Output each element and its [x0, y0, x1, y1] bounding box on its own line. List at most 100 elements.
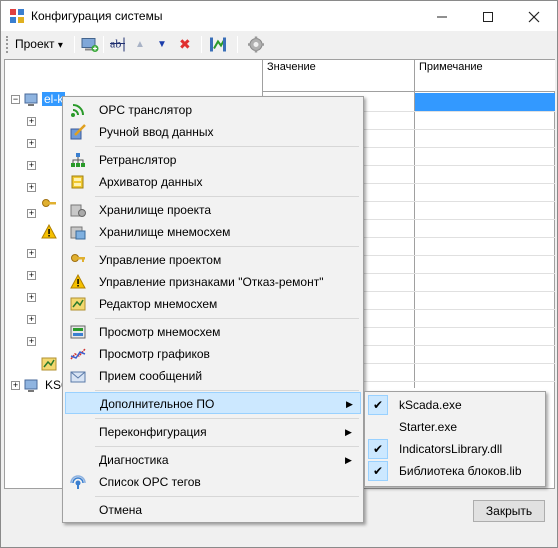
collapse-toggle[interactable]: − [11, 95, 20, 104]
warning-icon [70, 274, 86, 289]
menu-item-messages[interactable]: Прием сообщений [65, 365, 361, 387]
key-icon [71, 254, 85, 262]
mnemo-storage-icon [70, 226, 86, 240]
project-menu-button[interactable]: Проект ▾ [15, 35, 63, 54]
expand-toggle[interactable]: + [27, 209, 36, 218]
close-icon [528, 11, 540, 23]
selected-row-highlight[interactable] [415, 93, 555, 111]
expand-toggle[interactable]: + [27, 183, 36, 192]
expand-toggle[interactable]: + [27, 271, 36, 280]
close-window-button[interactable] [511, 1, 557, 31]
maximize-button[interactable] [465, 1, 511, 31]
column-header-note[interactable]: Примечание [415, 60, 555, 92]
menu-item-label: Отмена [99, 503, 143, 517]
computer-icon [24, 379, 38, 392]
menu-separator [95, 146, 359, 147]
app-icon [10, 9, 24, 23]
delete-icon[interactable]: ✖ [179, 35, 191, 54]
menu-item-cancel[interactable]: Отмена [65, 499, 361, 521]
menu-separator [95, 446, 359, 447]
submenu-item-starter[interactable]: Starter.exe [367, 416, 543, 438]
gear-icon[interactable] [247, 35, 265, 54]
window-title: Конфигурация системы [31, 9, 163, 23]
toolbar-grip [6, 36, 9, 53]
checkmark-icon: ✔ [368, 461, 388, 481]
menu-item-label: OPC транслятор [99, 103, 193, 117]
mnemo-view-icon [70, 325, 86, 339]
menu-item-archiver[interactable]: Архиватор данных [65, 171, 361, 193]
move-down-icon[interactable]: ▼ [157, 35, 167, 54]
menu-item-label: Дополнительное ПО [100, 397, 215, 411]
submenu-item-label: IndicatorsLibrary.dll [399, 442, 503, 456]
menu-item-failure-flags[interactable]: Управление признаками "Отказ-ремонт" [65, 271, 361, 293]
mnemo-editor-icon [41, 357, 57, 371]
additional-software-submenu: ✔ kScada.exe Starter.exe ✔ IndicatorsLib… [364, 391, 546, 487]
grid-divider [414, 92, 415, 388]
menu-item-project-management[interactable]: Управление проектом [65, 249, 361, 271]
menu-item-relay[interactable]: Ретранслятор [65, 149, 361, 171]
close-button[interactable]: Закрыть [473, 500, 545, 522]
menu-separator [95, 418, 359, 419]
expand-toggle[interactable]: + [11, 381, 20, 390]
computer-icon [24, 93, 38, 106]
menu-item-project-storage[interactable]: Хранилище проекта [65, 199, 361, 221]
menu-item-mnemo-storage[interactable]: Хранилище мнемосхем [65, 221, 361, 243]
rename-icon[interactable]: ab [109, 35, 127, 54]
grid-header: Значение Примечание [263, 60, 555, 92]
menu-item-manual-input[interactable]: Ручной ввод данных [65, 121, 361, 143]
expand-toggle[interactable]: + [27, 337, 36, 346]
warning-icon [41, 224, 57, 239]
expand-toggle[interactable]: + [27, 161, 36, 170]
menu-item-reconfiguration[interactable]: Переконфигурация ▶ [65, 421, 361, 443]
menu-item-label: Хранилище мнемосхем [99, 225, 231, 239]
toolbar-separator [103, 36, 104, 53]
expand-toggle[interactable]: + [27, 139, 36, 148]
opc-icon [71, 104, 84, 117]
toolbar: Проект ▾ ab ▲ ▼ ✖ [1, 31, 557, 58]
column-header-value[interactable]: Значение [263, 60, 415, 92]
key-icon [42, 199, 56, 207]
submenu-item-label: kScada.exe [399, 398, 462, 412]
menu-separator [95, 496, 359, 497]
project-storage-icon [70, 204, 86, 217]
chart-config-icon[interactable] [209, 35, 227, 54]
menu-item-label: Ретранслятор [99, 153, 177, 167]
minimize-button[interactable] [419, 1, 465, 31]
menu-item-label: Редактор мнемосхем [99, 297, 218, 311]
submenu-item-label: Starter.exe [399, 420, 458, 434]
menu-item-label: Ручной ввод данных [99, 125, 214, 139]
minimize-icon [437, 16, 447, 18]
menu-separator [95, 390, 359, 391]
menu-item-label: Список OPC тегов [99, 475, 201, 489]
add-computer-icon[interactable] [81, 35, 99, 54]
submenu-arrow-icon: ▶ [345, 455, 352, 465]
menu-separator [95, 318, 359, 319]
submenu-item-kscada[interactable]: ✔ kScada.exe [367, 394, 543, 416]
menu-item-mnemo-view[interactable]: Просмотр мнемосхем [65, 321, 361, 343]
archiver-icon [71, 175, 84, 189]
submenu-item-indicators-library[interactable]: ✔ IndicatorsLibrary.dll [367, 438, 543, 460]
config-window: Конфигурация системы Проект ▾ ab ▲ ▼ ✖ −… [0, 0, 558, 548]
checkmark-icon: ✔ [368, 395, 388, 415]
move-up-icon[interactable]: ▲ [135, 35, 145, 54]
expand-toggle[interactable]: + [27, 293, 36, 302]
submenu-arrow-icon: ▶ [346, 399, 353, 409]
menu-item-opc-translator[interactable]: OPC транслятор [65, 99, 361, 121]
menu-item-additional-software[interactable]: Дополнительное ПО ▶ [65, 392, 361, 414]
opc-tags-icon [70, 475, 86, 489]
expand-toggle[interactable]: + [27, 315, 36, 324]
expand-toggle[interactable]: + [27, 117, 36, 126]
toolbar-separator [201, 36, 202, 53]
menu-item-diagnostics[interactable]: Диагностика ▶ [65, 449, 361, 471]
menu-item-label: Управление проектом [99, 253, 222, 267]
expand-toggle[interactable]: + [27, 249, 36, 258]
title-bar: Конфигурация системы [1, 1, 557, 31]
menu-separator [95, 196, 359, 197]
menu-item-mnemo-editor[interactable]: Редактор мнемосхем [65, 293, 361, 315]
menu-item-label: Просмотр графиков [99, 347, 210, 361]
menu-item-opc-tags[interactable]: Список OPC тегов [65, 471, 361, 493]
project-menu-label: Проект [15, 37, 55, 51]
toolbar-separator [74, 36, 75, 53]
menu-item-graph-view[interactable]: Просмотр графиков [65, 343, 361, 365]
submenu-item-blocks-library[interactable]: ✔ Библиотека блоков.lib [367, 460, 543, 482]
